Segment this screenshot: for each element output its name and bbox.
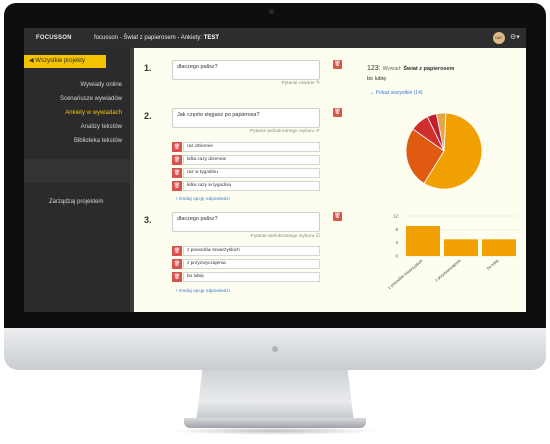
answer-option: 🗑 kilka razy dziennie bbox=[172, 155, 320, 165]
answer-count: 123: bbox=[367, 65, 381, 72]
delete-option-icon[interactable]: 🗑 bbox=[172, 272, 182, 282]
bar-2 bbox=[482, 239, 516, 256]
y-tick-label: 4 bbox=[395, 240, 398, 245]
selected-answer: bo lubię bbox=[367, 76, 387, 82]
answer-option: 🗑 z przyzwyczajenia bbox=[172, 259, 320, 269]
answer-option: 🗑 bo lubię bbox=[172, 272, 320, 282]
x-tick-label: z powodów towarzyskich bbox=[387, 258, 424, 290]
question-number: 3. bbox=[144, 215, 152, 225]
interview-label: Wywiad: bbox=[382, 66, 402, 72]
delete-option-icon[interactable]: 🗑 bbox=[172, 181, 182, 191]
option-field[interactable]: z powodów towarzyskich bbox=[183, 246, 320, 256]
delete-option-icon[interactable]: 🗑 bbox=[172, 142, 182, 152]
sidebar-item-text-library[interactable]: Biblioteka tekstów bbox=[74, 138, 122, 144]
delete-question-icon[interactable]: 🗑 bbox=[333, 60, 342, 69]
answer-count-header: 123: Wywiad: Świat z papierosem bbox=[367, 65, 454, 72]
sidebar-item-text-analyses[interactable]: Analizy tekstów bbox=[81, 124, 122, 130]
question-type-label: Pytanie otwarte ✎ bbox=[281, 81, 320, 86]
sidebar-divider bbox=[24, 159, 130, 183]
add-option-link[interactable]: + Dodaj opcję odpowiedzi bbox=[175, 197, 230, 202]
delete-option-icon[interactable]: 🗑 bbox=[172, 168, 182, 178]
sidebar-item-interview-scenarios[interactable]: Scenariusze wywiadów bbox=[60, 96, 122, 102]
bar-1 bbox=[444, 239, 478, 256]
delete-option-icon[interactable]: 🗑 bbox=[172, 155, 182, 165]
question-type-label: Pytanie jednokrotnego wyboru ✔ bbox=[250, 129, 320, 134]
sidebar-item-manage-project[interactable]: Zarządzaj projektem bbox=[49, 199, 103, 205]
y-tick-label: 8 bbox=[395, 227, 398, 232]
question-number: 1. bbox=[144, 63, 152, 73]
bar-0 bbox=[406, 226, 440, 256]
monitor-chin bbox=[4, 328, 546, 370]
sidebar-item-surveys[interactable]: Ankiety w wywiadach bbox=[65, 110, 122, 116]
y-tick-label: 0 bbox=[395, 254, 398, 259]
pie-chart bbox=[405, 112, 483, 190]
show-all-link[interactable]: ⌄ Pokaż wszystkie (14) bbox=[370, 90, 423, 96]
option-field[interactable]: kilka razy dziennie bbox=[183, 155, 320, 165]
question-type-label: Pytanie wielokrotnego wyboru ☑ bbox=[250, 234, 320, 239]
option-field[interactable]: raz w tygodniu bbox=[183, 168, 320, 178]
all-projects-button[interactable]: ◀ Wszystkie projekty bbox=[24, 55, 106, 68]
avatar[interactable]: NAP bbox=[493, 32, 505, 44]
answer-option: 🗑 kilka razy w tygodniu bbox=[172, 181, 320, 191]
monitor-stand bbox=[196, 370, 354, 422]
sidebar: ◀ Wszystkie projekty Wywiady online Scen… bbox=[24, 48, 130, 312]
bar-chart: 12 8 4 0z powodów towarzyskich z przyzwyczaj… bbox=[387, 214, 518, 290]
apple-logo-icon bbox=[272, 346, 278, 352]
breadcrumb-survey: TEST bbox=[203, 35, 220, 41]
breadcrumb-app[interactable]: focusson bbox=[94, 35, 118, 41]
question-text-field[interactable]: Jak często sięgasz po papierosa? bbox=[172, 108, 320, 128]
breadcrumb: focusson · Świat z papierosem - Ankiety:… bbox=[94, 35, 220, 41]
stand-shadow bbox=[170, 427, 380, 435]
app-screen: FOCUSSON focusson · Świat z papierosem -… bbox=[24, 28, 526, 312]
delete-question-icon[interactable]: 🗑 bbox=[333, 212, 342, 221]
sidebar-item-online-interviews[interactable]: Wywiady online bbox=[80, 82, 122, 88]
breadcrumb-project[interactable]: Świat z papierosem bbox=[123, 35, 175, 41]
option-field[interactable]: z przyzwyczajenia bbox=[183, 259, 320, 269]
x-tick-label: bo lubię bbox=[486, 257, 501, 270]
question-text-field[interactable]: dlaczego palisz? bbox=[172, 60, 320, 80]
question-text-field[interactable]: dlaczego palisz? bbox=[172, 212, 320, 232]
logo: FOCUSSON bbox=[36, 35, 72, 41]
monitor-mockup: FOCUSSON focusson · Świat z papierosem -… bbox=[0, 0, 550, 444]
delete-question-icon[interactable]: 🗑 bbox=[333, 108, 342, 117]
x-tick-label: z przyzwyczajenia bbox=[434, 257, 462, 282]
delete-option-icon[interactable]: 🗑 bbox=[172, 246, 182, 256]
answer-option: 🗑 raz dziennie bbox=[172, 142, 320, 152]
top-bar: FOCUSSON focusson · Świat z papierosem -… bbox=[24, 28, 526, 48]
option-field[interactable]: kilka razy w tygodniu bbox=[183, 181, 320, 191]
answer-option: 🗑 z powodów towarzyskich bbox=[172, 246, 320, 256]
question-number: 2. bbox=[144, 111, 152, 121]
answer-option: 🗑 raz w tygodniu bbox=[172, 168, 320, 178]
settings-gear-icon[interactable]: ⚙▾ bbox=[510, 33, 520, 41]
camera-icon bbox=[269, 9, 274, 14]
add-option-link[interactable]: + Dodaj opcję odpowiedzi bbox=[175, 289, 230, 294]
option-field[interactable]: raz dziennie bbox=[183, 142, 320, 152]
sidebar-edge bbox=[130, 48, 134, 312]
interview-name: Świat z papierosem bbox=[403, 66, 455, 72]
delete-option-icon[interactable]: 🗑 bbox=[172, 259, 182, 269]
y-tick-label: 12 bbox=[393, 214, 399, 219]
option-field[interactable]: bo lubię bbox=[183, 272, 320, 282]
